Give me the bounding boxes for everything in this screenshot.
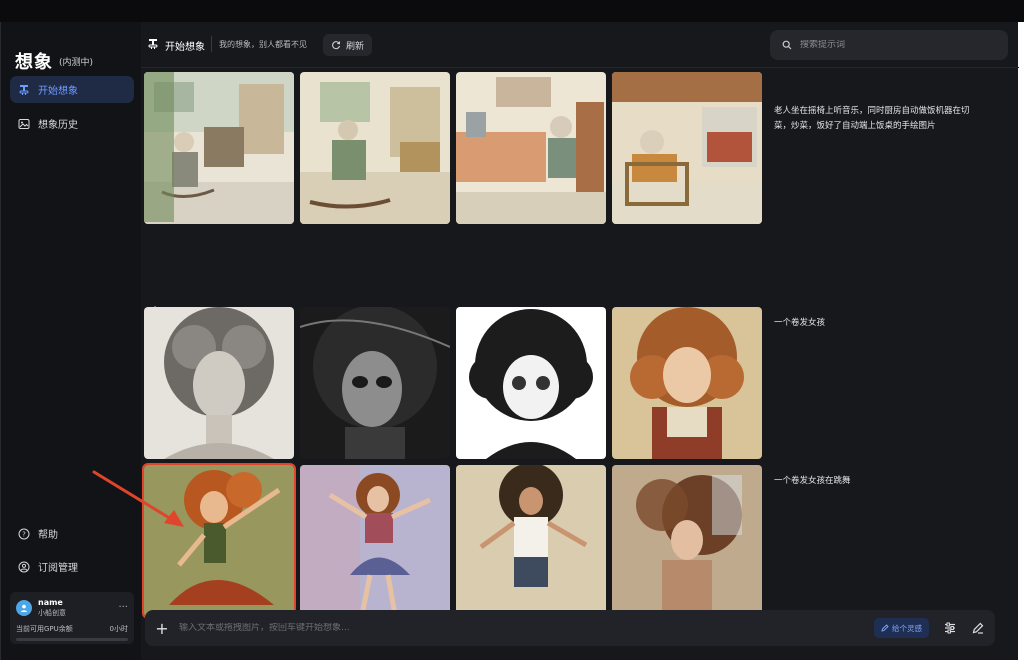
- window-top-strip: [0, 0, 1024, 22]
- logo-mark: 想象: [15, 52, 53, 73]
- user-name: name: [38, 598, 63, 607]
- app-logo[interactable]: 想象 (内测中): [15, 48, 93, 74]
- user-subtitle: 小船创意: [38, 609, 66, 617]
- generated-image[interactable]: [300, 72, 450, 224]
- refresh-button[interactable]: 刷新: [323, 34, 373, 56]
- search-icon: [782, 40, 792, 50]
- gpu-value: 0小时: [109, 625, 128, 633]
- header: 开始想象 我的想象，别人都看不见 刷新: [141, 22, 1019, 68]
- sidebar-item-label: 帮助: [38, 530, 58, 541]
- sparkle-icon: [18, 84, 30, 96]
- refresh-label: 刷新: [346, 41, 365, 52]
- inspire-label: 给个灵感: [892, 623, 922, 633]
- user-circle-icon: [18, 561, 30, 573]
- help-icon: ?: [18, 528, 30, 540]
- edit-button[interactable]: [967, 617, 989, 639]
- gpu-label: 当前可用GPU余额: [16, 625, 73, 633]
- row-prompt: 一个卷发女孩: [774, 318, 826, 328]
- header-divider: [211, 36, 212, 52]
- sidebar-item-help[interactable]: ? 帮助: [10, 520, 134, 547]
- gpu-progress-bar: [16, 638, 128, 641]
- user-card[interactable]: name 小船创意 ··· 当前可用GPU余额 0小时: [10, 592, 134, 644]
- app-window: 想象 (内测中) 开始想象 想象历史 ? 帮助 订阅管理 name 小船创意 ·…: [0, 22, 1019, 660]
- generated-image[interactable]: [456, 307, 606, 459]
- sparkle-icon: [147, 38, 159, 53]
- generated-image-selected[interactable]: [142, 463, 296, 619]
- avatar: [16, 600, 32, 616]
- row-prompt: 一个卷发女孩在跳舞: [774, 476, 851, 486]
- generated-image[interactable]: [456, 465, 606, 617]
- pen-icon: [881, 624, 889, 632]
- sidebar-item-subscription[interactable]: 订阅管理: [10, 553, 134, 580]
- generated-image[interactable]: [612, 307, 762, 459]
- generated-image[interactable]: [612, 465, 762, 617]
- more-icon[interactable]: ···: [118, 603, 128, 613]
- refresh-icon: [332, 41, 341, 50]
- edit-icon: [972, 622, 984, 634]
- sidebar-item-label: 想象历史: [38, 120, 78, 131]
- settings-sliders-button[interactable]: [939, 617, 961, 639]
- sidebar-item-history[interactable]: 想象历史: [10, 110, 134, 137]
- svg-text:?: ?: [22, 530, 26, 538]
- page-title: 开始想象: [147, 38, 205, 53]
- sidebar-item-start-imagine[interactable]: 开始想象: [10, 76, 134, 103]
- generated-image[interactable]: [144, 307, 294, 459]
- sidebar: 想象 (内测中) 开始想象 想象历史 ? 帮助 订阅管理 name 小船创意 ·…: [1, 22, 141, 660]
- image-icon: [18, 118, 30, 130]
- beta-tag: (内测中): [59, 57, 94, 68]
- generated-image[interactable]: [612, 72, 762, 224]
- row-prompt: 老人坐在摇椅上听音乐，同时厨房自动做饭机器在切菜，炒菜，饭好了自动端上饭桌的手绘…: [774, 106, 970, 131]
- sidebar-item-label: 订阅管理: [38, 563, 78, 574]
- sidebar-item-label: 开始想象: [38, 86, 78, 97]
- add-image-icon[interactable]: +: [145, 619, 179, 638]
- generated-image[interactable]: [456, 72, 606, 224]
- sliders-icon: [945, 622, 955, 634]
- generated-image[interactable]: [300, 307, 450, 459]
- search-input[interactable]: [800, 40, 990, 50]
- page-title-text: 开始想象: [165, 42, 205, 53]
- inspire-button[interactable]: 给个灵感: [874, 618, 929, 638]
- prompt-composer: + 给个灵感: [145, 610, 995, 646]
- generated-image[interactable]: [144, 72, 294, 224]
- generated-image[interactable]: [300, 465, 450, 617]
- search-box[interactable]: [770, 30, 1008, 60]
- privacy-note: 我的想象，别人都看不见: [219, 40, 307, 49]
- prompt-input[interactable]: [179, 623, 874, 633]
